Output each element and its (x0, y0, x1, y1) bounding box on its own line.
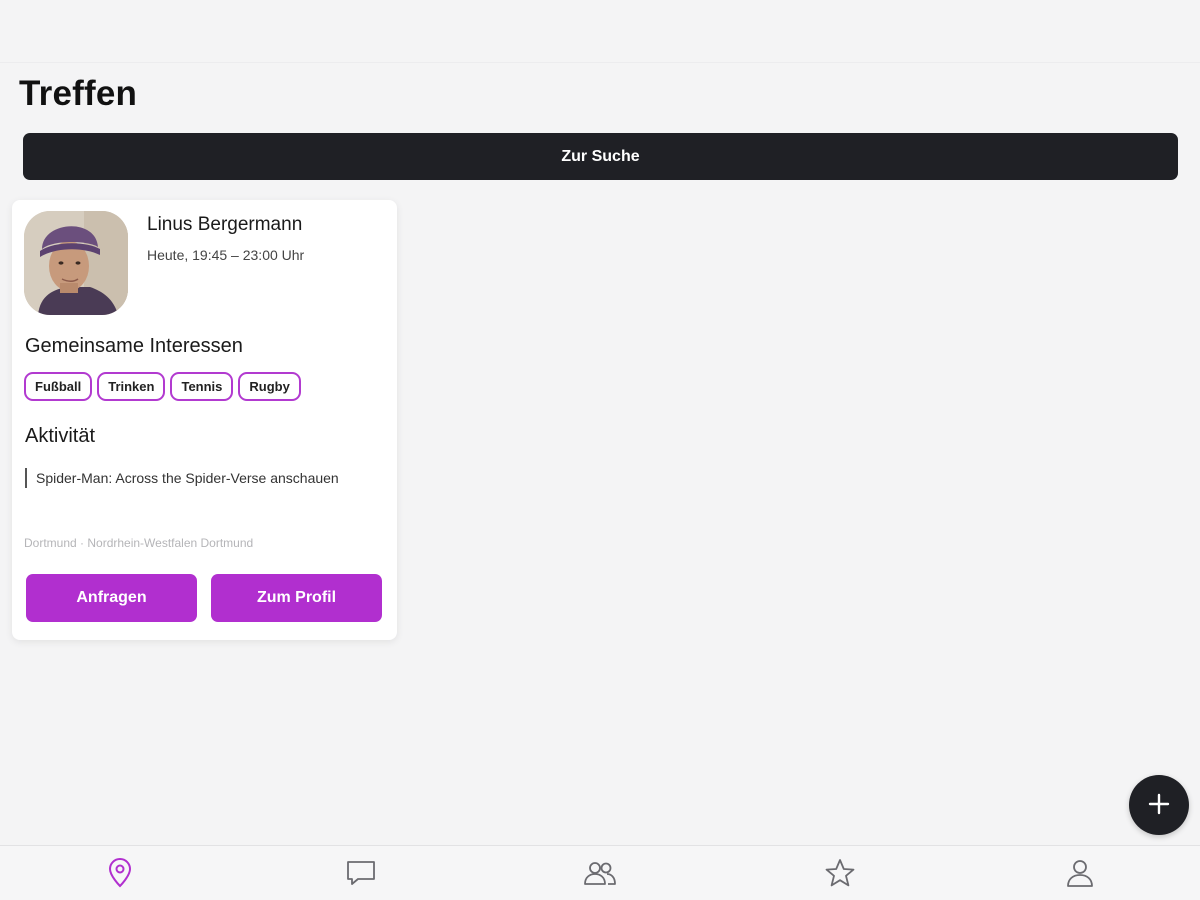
view-profile-button[interactable]: Zum Profil (211, 574, 382, 622)
interest-tags: Fußball Trinken Tennis Rugby (24, 372, 301, 401)
person-name: Linus Bergermann (147, 214, 303, 235)
meet-time: Heute, 19:45 – 23:00 Uhr (147, 247, 305, 263)
interests-heading: Gemeinsame Interessen (25, 335, 243, 357)
search-button[interactable]: Zur Suche (23, 133, 1178, 180)
avatar[interactable] (24, 211, 128, 315)
meet-card: Linus Bergermann Heute, 19:45 – 23:00 Uh… (12, 200, 397, 640)
location-text: Dortmund · Nordrhein-Westfalen Dortmund (24, 536, 254, 550)
interest-tag: Tennis (170, 372, 234, 401)
interest-tag: Rugby (238, 372, 301, 401)
chat-bubble-icon (345, 859, 377, 892)
page-title: Treffen (19, 74, 138, 113)
map-pin-icon (107, 857, 133, 893)
tab-chat[interactable] (341, 858, 381, 892)
request-button[interactable]: Anfragen (26, 574, 197, 622)
interest-tag: Fußball (24, 372, 93, 401)
tab-meet[interactable] (100, 857, 140, 893)
people-icon (583, 860, 617, 891)
tab-favorites[interactable] (820, 858, 860, 892)
interest-tag: Trinken (97, 372, 166, 401)
app-screen: Treffen Zur Suche Linus Bergermann Heute… (0, 0, 1200, 900)
activity-text: Spider-Man: Across the Spider-Verse ansc… (25, 468, 366, 488)
activity-heading: Aktivität (25, 425, 96, 447)
tab-profile[interactable] (1060, 858, 1100, 892)
plus-icon (1147, 792, 1171, 819)
tab-friends[interactable] (580, 858, 620, 892)
top-divider (0, 62, 1200, 63)
star-icon (824, 858, 856, 893)
add-meet-button[interactable] (1129, 775, 1189, 835)
bottom-tab-bar (0, 845, 1200, 900)
person-icon (1065, 858, 1095, 893)
